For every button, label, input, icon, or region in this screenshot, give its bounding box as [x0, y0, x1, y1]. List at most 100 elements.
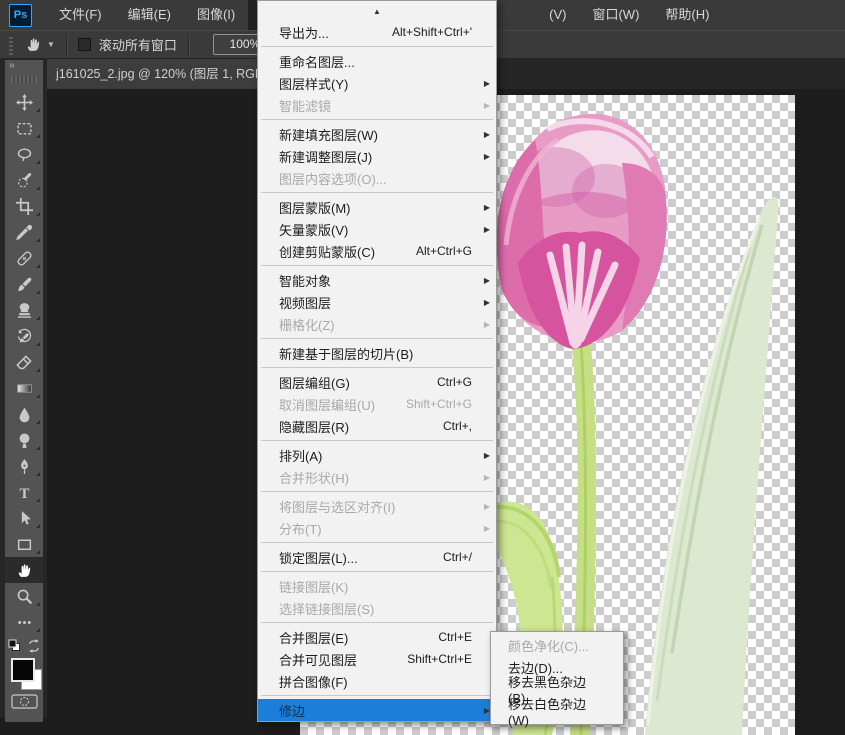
layer-menu-item[interactable]: 图层编组(G)Ctrl+G — [258, 371, 496, 393]
history-brush-tool[interactable] — [5, 323, 43, 349]
layer-menu-item: 链接图层(K) — [258, 575, 496, 597]
clone-stamp-icon — [16, 302, 33, 319]
menubar-item[interactable]: (V) — [536, 0, 579, 30]
menu-scroll-up-button[interactable]: ▲ — [258, 1, 496, 21]
layer-menu-item: 图层内容选项(O)... — [258, 167, 496, 189]
layer-menu-item[interactable]: 新建填充图层(W)▶ — [258, 123, 496, 145]
photoshop-logo[interactable]: Ps — [9, 4, 32, 27]
layer-menu-item-label: 合并图层(E) — [279, 628, 348, 647]
layer-menu-item-label: 智能对象 — [279, 271, 331, 290]
foreground-color-swatch[interactable] — [11, 658, 35, 682]
layer-menu-item-label: 将图层与选区对齐(I) — [279, 497, 395, 516]
eyedropper-tool[interactable] — [5, 219, 43, 245]
crop-icon — [16, 198, 33, 215]
layer-menu-item[interactable]: 导出为...Alt+Shift+Ctrl+' — [258, 21, 496, 43]
layer-menu-item: 选择链接图层(S) — [258, 597, 496, 619]
submenu-arrow-icon: ▶ — [478, 79, 492, 88]
quick-selection-tool[interactable] — [5, 167, 43, 193]
pen-tool[interactable] — [5, 453, 43, 479]
layer-menu-item-label: 链接图层(K) — [279, 577, 348, 596]
layer-menu-item[interactable]: 重命名图层... — [258, 50, 496, 72]
layer-menu-item-label: 图层编组(G) — [279, 373, 350, 392]
document-tab[interactable]: j161025_2.jpg @ 120% (图层 1, RGB/ — [47, 59, 259, 89]
menubar-item[interactable]: 图像(I) — [184, 0, 248, 30]
gradient-tool[interactable] — [5, 375, 43, 401]
layer-menu-item: 分布(T)▶ — [258, 517, 496, 539]
crop-tool[interactable] — [5, 193, 43, 219]
gradient-icon — [16, 380, 33, 397]
rectangle-icon — [16, 536, 33, 553]
layer-menu-item-label: 新建基于图层的切片(B) — [279, 344, 413, 363]
layer-menu-separator — [258, 488, 496, 495]
dodge-icon — [16, 432, 33, 449]
move-icon — [16, 94, 33, 111]
layer-menu-separator — [258, 539, 496, 546]
hand-tool-icon — [25, 36, 42, 53]
layer-menu-item[interactable]: 隐藏图层(R)Ctrl+, — [258, 415, 496, 437]
tool-preset-picker[interactable]: ▼ — [25, 36, 55, 53]
menubar-item[interactable]: 文件(F) — [46, 0, 115, 30]
submenu-arrow-icon: ▶ — [478, 451, 492, 460]
layer-menu-item: 栅格化(Z)▶ — [258, 313, 496, 335]
brush-tool[interactable] — [5, 271, 43, 297]
layer-menu-item-label: 栅格化(Z) — [279, 315, 335, 334]
layer-menu-item[interactable]: 合并图层(E)Ctrl+E — [258, 626, 496, 648]
menubar-item[interactable]: 编辑(E) — [115, 0, 184, 30]
panel-grip[interactable] — [11, 75, 37, 83]
clone-stamp-tool[interactable] — [5, 297, 43, 323]
layer-menu-separator — [258, 116, 496, 123]
blur-tool[interactable] — [5, 401, 43, 427]
layer-menu-item[interactable]: 图层蒙版(M)▶ — [258, 196, 496, 218]
submenu-arrow-icon: ▶ — [478, 203, 492, 212]
dodge-tool[interactable] — [5, 427, 43, 453]
path-selection-tool[interactable] — [5, 505, 43, 531]
quick-mask-icon[interactable] — [11, 694, 38, 710]
layer-menu-item: 合并形状(H)▶ — [258, 466, 496, 488]
layer-menu-item-label: 排列(A) — [279, 446, 322, 465]
layer-menu-item[interactable]: 合并可见图层Shift+Ctrl+E — [258, 648, 496, 670]
options-bar-grip[interactable] — [9, 35, 13, 55]
svg-text:T: T — [19, 485, 29, 500]
move-tool[interactable] — [5, 89, 43, 115]
hand-tool[interactable] — [5, 557, 43, 583]
rectangle-tool[interactable] — [5, 531, 43, 557]
layer-menu-separator — [258, 43, 496, 50]
rectangular-marquee-tool[interactable] — [5, 115, 43, 141]
layer-menu-item[interactable]: 创建剪贴蒙版(C)Alt+Ctrl+G — [258, 240, 496, 262]
layer-menu-item-label: 图层样式(Y) — [279, 74, 348, 93]
zoom-icon — [16, 588, 33, 605]
layer-menu-item[interactable]: 锁定图层(L)...Ctrl+/ — [258, 546, 496, 568]
layer-menu-item[interactable]: 图层样式(Y) ▶ — [258, 72, 496, 94]
layer-menu-item[interactable]: 矢量蒙版(V)▶ — [258, 218, 496, 240]
menubar-item[interactable]: 窗口(W) — [579, 0, 652, 30]
collapse-panel-icon[interactable]: » — [5, 60, 43, 73]
layer-menu-item-label: 修边 — [279, 701, 305, 720]
spot-healing-brush-icon — [16, 250, 33, 267]
layer-menu-item[interactable]: 智能对象▶ — [258, 269, 496, 291]
edit-toolbar-tool[interactable] — [5, 609, 43, 635]
submenu-arrow-icon: ▶ — [478, 298, 492, 307]
layer-menu-item[interactable]: 新建调整图层(J)▶ — [258, 145, 496, 167]
layer-menu-item-label: 分布(T) — [279, 519, 322, 538]
matting-submenu-item[interactable]: 移去白色杂边(W) — [491, 700, 623, 722]
layer-menu-item[interactable]: 视频图层 ▶ — [258, 291, 496, 313]
layer-menu-item-label: 取消图层编组(U) — [279, 395, 375, 414]
layer-menu-item[interactable]: 排列(A) ▶ — [258, 444, 496, 466]
layer-menu-item[interactable]: 拼合图像(F) — [258, 670, 496, 692]
layer-menu-item-label: 视频图层 — [279, 293, 331, 312]
default-colors-icon[interactable] — [7, 638, 23, 654]
type-tool[interactable]: T — [5, 479, 43, 505]
zoom-tool[interactable] — [5, 583, 43, 609]
layer-menu-item-label: 选择链接图层(S) — [279, 599, 374, 618]
layer-menu-separator — [258, 189, 496, 196]
tools-panel: » T — [0, 59, 47, 718]
eraser-icon — [16, 354, 33, 371]
layer-menu-item[interactable]: 新建基于图层的切片(B) — [258, 342, 496, 364]
rectangular-marquee-icon — [16, 120, 33, 137]
menubar-item[interactable]: 帮助(H) — [652, 0, 722, 30]
lasso-tool[interactable] — [5, 141, 43, 167]
spot-healing-brush-tool[interactable] — [5, 245, 43, 271]
swap-colors-icon[interactable] — [26, 638, 42, 654]
eraser-tool[interactable] — [5, 349, 43, 375]
scroll-all-windows-checkbox[interactable] — [78, 38, 91, 51]
